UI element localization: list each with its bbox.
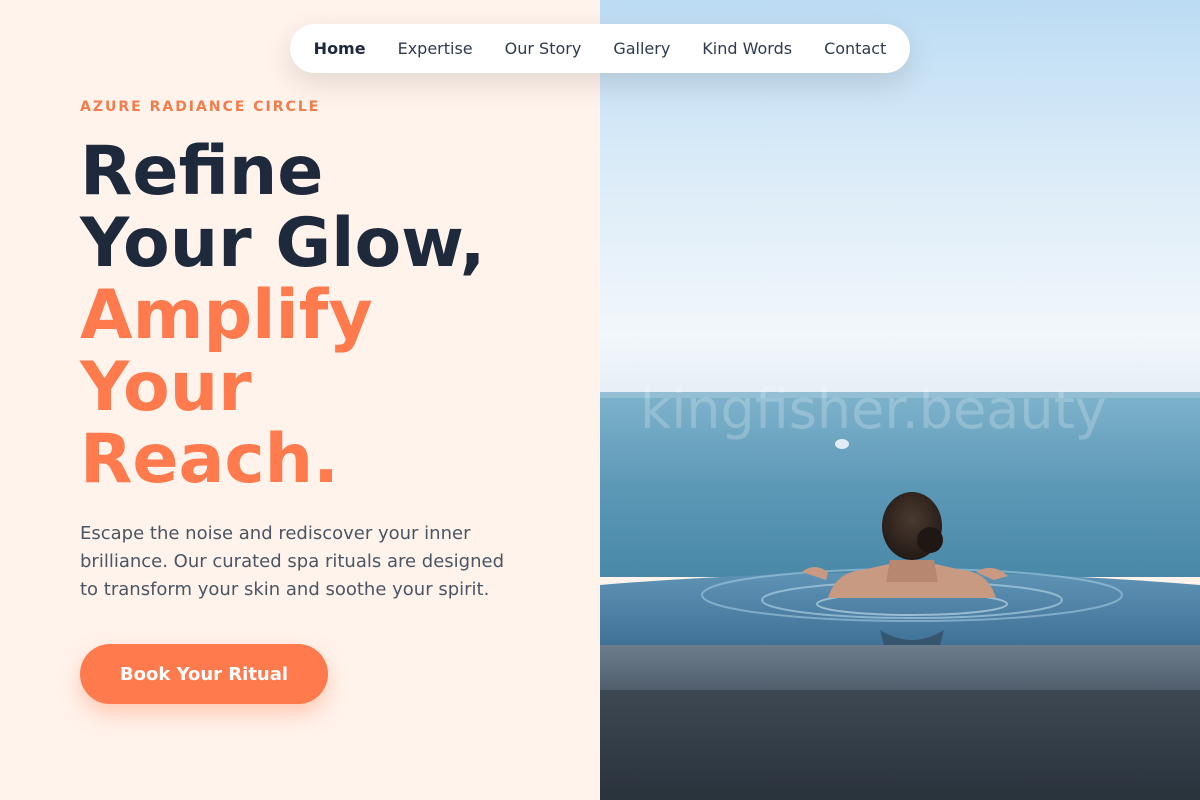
headline-accent-line: Reach. xyxy=(80,420,339,499)
nav-home[interactable]: Home xyxy=(298,24,382,73)
nav-kind-words[interactable]: Kind Words xyxy=(686,24,808,73)
headline-line: Refine xyxy=(80,132,324,211)
top-navigation: Home Expertise Our Story Gallery Kind Wo… xyxy=(290,24,910,73)
nav-gallery[interactable]: Gallery xyxy=(597,24,686,73)
headline-line: Your Glow, xyxy=(80,204,486,283)
hero-headline: Refine Your Glow, Amplify Your Reach. xyxy=(80,136,485,496)
hero-eyebrow: AZURE RADIANCE CIRCLE xyxy=(80,99,321,115)
hero-left-panel: AZURE RADIANCE CIRCLE Refine Your Glow, … xyxy=(0,0,600,800)
nav-contact[interactable]: Contact xyxy=(808,24,902,73)
headline-accent-line: Amplify xyxy=(80,276,373,355)
hero-description: Escape the noise and rediscover your inn… xyxy=(80,523,504,600)
headline-accent-line: Your xyxy=(80,348,252,427)
hero-image xyxy=(600,0,1200,800)
infinity-pool-photo xyxy=(600,0,1200,800)
nav-expertise[interactable]: Expertise xyxy=(382,24,489,73)
book-ritual-button[interactable]: Book Your Ritual xyxy=(80,644,328,704)
nav-our-story[interactable]: Our Story xyxy=(489,24,598,73)
